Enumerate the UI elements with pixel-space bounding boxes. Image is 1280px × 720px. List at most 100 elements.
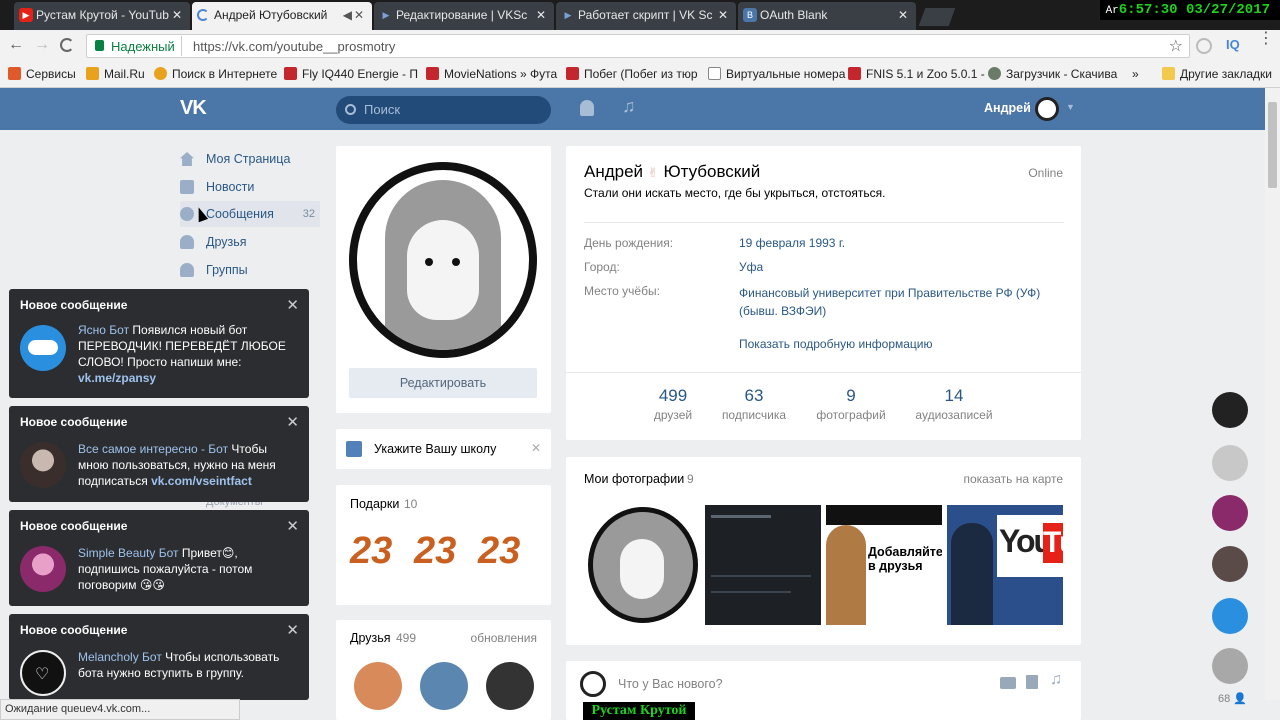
back-button[interactable]: ← (8, 36, 24, 54)
close-icon[interactable]: ✕ (286, 413, 299, 431)
chat-avatar[interactable] (1212, 495, 1248, 531)
tab-active-profile[interactable]: Андрей Ютубовский ◀︎ ✕ (192, 2, 372, 30)
forward-button[interactable]: → (34, 36, 50, 54)
bookmark-fly[interactable]: Fly IQ440 Energie - П (284, 67, 418, 81)
avatar[interactable] (580, 671, 606, 697)
notification-popup[interactable]: Новое сообщение ✕ ♡ Melancholy Бот Чтобы… (9, 614, 309, 700)
education-value[interactable]: Финансовый университет при Правительстве… (739, 284, 1059, 320)
friend-avatar[interactable] (420, 662, 468, 710)
new-tab-button[interactable] (918, 8, 956, 26)
photo-thumb[interactable]: You Tu (947, 505, 1063, 625)
notification-popup[interactable]: Новое сообщение ✕ Ясно Бот Появился новы… (9, 289, 309, 398)
friend-avatar[interactable] (354, 662, 402, 710)
friends-label[interactable]: Друзья (350, 631, 391, 645)
reload-icon[interactable] (60, 38, 74, 52)
sidebar-item-friends[interactable]: Друзья (180, 229, 320, 255)
music-icon[interactable]: ♫ (622, 96, 636, 117)
photo-thumb[interactable] (705, 505, 821, 625)
bookmark-downloader[interactable]: Загрузчик - Скачива (988, 67, 1117, 81)
close-icon[interactable]: ✕ (531, 441, 541, 455)
bookmark-search[interactable]: Поиск в Интернете (154, 67, 277, 81)
sidebar-item-news[interactable]: Новости (180, 174, 320, 200)
bookmark-mailru[interactable]: Mail.Ru (86, 67, 145, 81)
search-input[interactable]: Поиск (336, 96, 551, 124)
friends-updates-link[interactable]: обновления (471, 631, 537, 645)
bookmark-fnis[interactable]: FNIS 5.1 и Zoo 5.0.1 - (848, 67, 985, 81)
gift-23[interactable]: 23 (414, 530, 456, 573)
chat-avatar[interactable] (1212, 648, 1248, 684)
chevron-down-icon[interactable]: ▼ (1066, 102, 1075, 112)
close-icon[interactable]: ✕ (718, 2, 728, 28)
close-icon[interactable]: ✕ (286, 296, 299, 314)
counter-photos[interactable]: 9 фотографий (811, 386, 891, 422)
bookmark-virtual-numbers[interactable]: Виртуальные номера (708, 67, 845, 81)
gift-23[interactable]: 23 (478, 530, 520, 573)
bookmarks-more-button[interactable]: » (1132, 67, 1139, 81)
gifts-label[interactable]: Подарки (350, 497, 399, 511)
video-icon[interactable] (1026, 675, 1038, 689)
address-bar[interactable]: Надежный https://vk.com/youtube__prosmot… (86, 34, 1190, 58)
sidebar-item-groups[interactable]: Группы (180, 257, 320, 283)
counter-audio[interactable]: 14 аудиозаписей (906, 386, 1002, 422)
school-prompt-card[interactable]: Укажите Вашу школу ✕ (336, 429, 551, 469)
bookmark-services[interactable]: Сервисы (8, 67, 76, 81)
gift-23[interactable]: 23 (350, 530, 392, 573)
bot-avatar[interactable] (20, 442, 66, 488)
tab-oauth[interactable]: B OAuth Blank ✕ (738, 2, 916, 30)
photo-thumb[interactable]: Добавляйте в друзья (826, 505, 942, 625)
extension-icon[interactable] (1196, 38, 1212, 54)
bookmark-movienations[interactable]: MovieNations » Фута (426, 67, 557, 81)
status-text[interactable]: Стали они искать место, где бы укрыться,… (584, 186, 885, 200)
other-bookmarks[interactable]: Другие закладки (1162, 67, 1272, 81)
close-icon[interactable]: ✕ (286, 621, 299, 639)
tab-youtube[interactable]: ▶ Рустам Крутой - YouTub ✕ (14, 2, 190, 30)
bell-icon[interactable] (580, 100, 594, 116)
profile-photo[interactable] (349, 162, 537, 358)
sender-link[interactable]: Melancholy Бот (78, 650, 162, 664)
notification-popup[interactable]: Новое сообщение ✕ Simple Beauty Бот Прив… (9, 510, 309, 606)
show-on-map-link[interactable]: показать на карте (964, 472, 1064, 486)
tab-vkscript-edit[interactable]: ▶ Редактирование | VKSc ✕ (374, 2, 554, 30)
close-icon[interactable]: ✕ (354, 2, 364, 28)
online-friends-count[interactable]: 68 👤 (1218, 692, 1247, 705)
close-icon[interactable]: ✕ (172, 2, 182, 28)
post-input[interactable]: Что у Вас нового? (618, 677, 723, 691)
weather-bot-avatar[interactable] (20, 325, 66, 371)
avatar[interactable] (1035, 97, 1059, 121)
close-icon[interactable]: ✕ (536, 2, 546, 28)
sender-link[interactable]: Все самое интересно - Бот (78, 442, 228, 456)
chat-avatar[interactable] (1212, 598, 1248, 634)
show-more-info-link[interactable]: Показать подробную информацию (739, 337, 933, 351)
edit-profile-button[interactable]: Редактировать (349, 368, 537, 398)
iq-extension-icon[interactable]: IQ (1226, 37, 1240, 52)
message-link[interactable]: vk.me/zpansy (78, 371, 156, 385)
scrollbar-thumb[interactable] (1268, 102, 1277, 188)
sidebar-item-my-page[interactable]: Моя Страница (180, 146, 320, 172)
sender-link[interactable]: Ясно Бот (78, 323, 129, 337)
photo-thumb[interactable] (584, 505, 700, 625)
close-icon[interactable]: ✕ (898, 2, 908, 28)
music-icon[interactable]: ♫ (1050, 671, 1062, 689)
camera-icon[interactable] (1000, 677, 1016, 689)
url-text[interactable]: https://vk.com/youtube__prosmotry (193, 39, 395, 54)
bot-avatar[interactable]: ♡ (20, 650, 66, 696)
chat-avatar[interactable] (1212, 546, 1248, 582)
bookmark-pobeg[interactable]: Побег (Побег из тюр (566, 67, 698, 81)
birthday-value[interactable]: 19 февраля 1993 г. (739, 236, 845, 250)
message-link[interactable]: vk.com/vseintfact (151, 474, 252, 488)
city-value[interactable]: Уфа (739, 260, 763, 274)
user-name[interactable]: Андрей (984, 101, 1031, 115)
scrollbar[interactable] (1265, 88, 1280, 700)
bot-avatar[interactable] (20, 546, 66, 592)
menu-icon[interactable]: ⋮ (1258, 31, 1274, 47)
counter-friends[interactable]: 499 друзей (638, 386, 708, 422)
vk-logo[interactable]: VK (180, 97, 207, 120)
notification-popup[interactable]: Новое сообщение ✕ Все самое интересно - … (9, 406, 309, 502)
star-icon[interactable]: ☆ (1169, 36, 1183, 56)
sender-link[interactable]: Simple Beauty Бот (78, 546, 179, 560)
tab-vkscript-running[interactable]: ▶ Работает скрипт | VK Sc ✕ (556, 2, 736, 30)
counter-followers[interactable]: 63 подписчика (714, 386, 794, 422)
friend-avatar[interactable] (486, 662, 534, 710)
photos-label[interactable]: Мои фотографии (584, 472, 684, 486)
chat-avatar[interactable] (1212, 445, 1248, 481)
